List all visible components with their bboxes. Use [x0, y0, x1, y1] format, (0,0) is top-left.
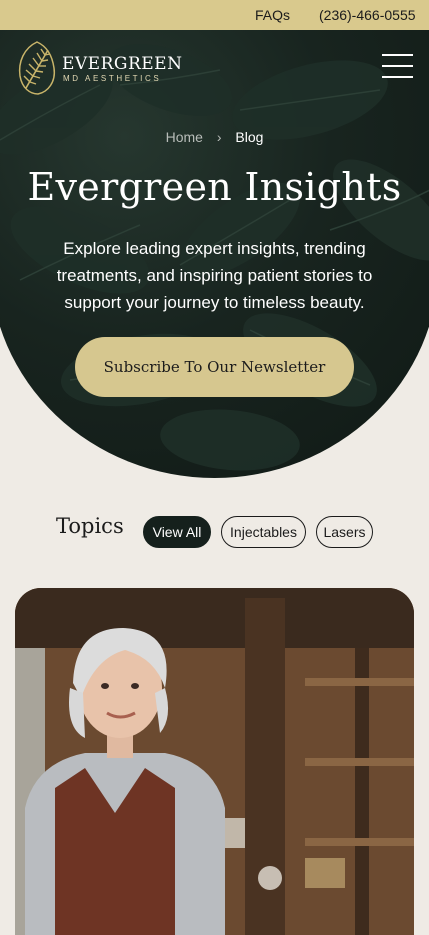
topic-chip-view-all[interactable]: View All [143, 516, 211, 548]
brand-logo[interactable]: EVERGREEN MD AESTHETICS [16, 40, 182, 96]
brand-subtitle: MD AESTHETICS [63, 74, 162, 83]
chevron-right-icon: › [216, 129, 222, 145]
top-bar: FAQs (236)-466-0555 [0, 0, 429, 30]
brand-name: EVERGREEN [62, 54, 183, 74]
breadcrumb-current: Blog [235, 129, 264, 145]
topic-chip-lasers[interactable]: Lasers [316, 516, 373, 548]
subscribe-newsletter-button[interactable]: Subscribe To Our Newsletter [75, 337, 354, 397]
hero-intro-text: Explore leading expert insights, trendin… [56, 239, 373, 312]
topics-heading: Topics [56, 514, 124, 538]
topic-chip-injectables[interactable]: Injectables [221, 516, 306, 548]
page-title: Evergreen Insights [27, 165, 402, 209]
hero-section: EVERGREEN MD AESTHETICS Home › Blog Ever… [0, 30, 429, 478]
portrait-photo-older-woman-icon [15, 588, 414, 935]
breadcrumb-home-link[interactable]: Home [166, 129, 203, 145]
hamburger-menu-icon[interactable] [382, 52, 414, 80]
phone-link[interactable]: (236)-466-0555 [319, 7, 416, 23]
featured-article-image[interactable] [15, 588, 414, 935]
fern-leaf-icon [18, 41, 56, 95]
topics-filter: Topics View All Injectables Lasers [0, 478, 429, 578]
breadcrumb: Home › Blog [0, 129, 429, 145]
faqs-link[interactable]: FAQs [255, 7, 290, 23]
